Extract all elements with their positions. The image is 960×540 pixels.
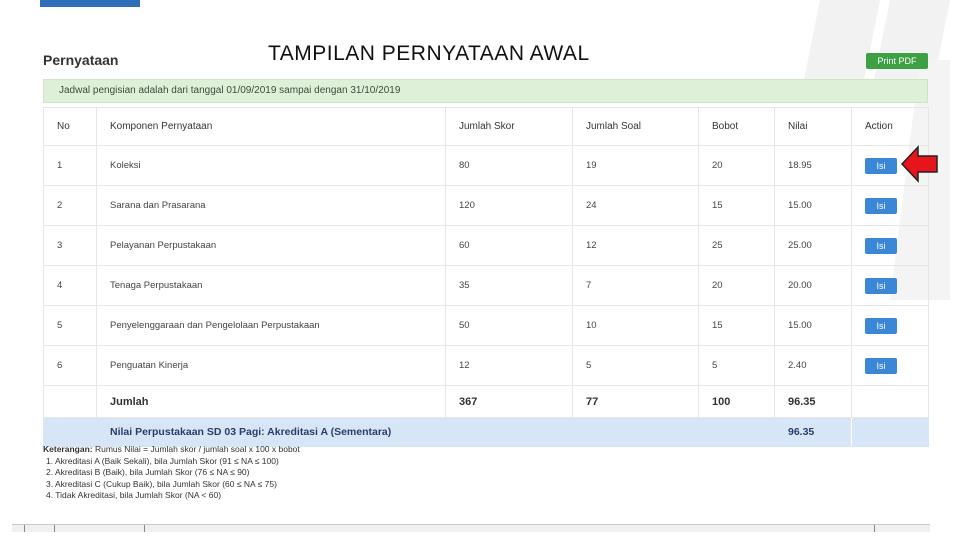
notes-label: Keterangan: [43,444,93,454]
cell-nilai: 20.00 [774,265,852,306]
cell-no: 4 [43,265,97,306]
final-nilai: 96.35 [774,417,852,447]
cell-komponen: Sarana dan Prasarana [96,185,446,226]
final-label: Nilai Perpustakaan SD 03 Pagi: Akreditas… [96,417,775,447]
header-jumlah-soal: Jumlah Soal [572,107,699,146]
cell-soal: 24 [572,185,699,226]
total-nilai: 96.35 [774,385,852,418]
isi-button[interactable]: Isi [865,237,897,254]
isi-button[interactable]: Isi [865,157,897,174]
table-row: 3 Pelayanan Perpustakaan 60 12 25 25.00 … [43,225,929,266]
schedule-notice: Jadwal pengisian adalah dari tanggal 01/… [43,79,928,103]
cell-komponen: Penguatan Kinerja [96,345,446,386]
isi-button[interactable]: Isi [865,277,897,294]
table-header-row: No Komponen Pernyataan Jumlah Skor Jumla… [43,107,929,146]
cell-empty [43,417,97,447]
total-bobot: 100 [698,385,775,418]
notes-item: 1. Akreditasi A (Baik Sekali), bila Juml… [46,455,279,466]
cell-action: Isi [851,345,929,386]
scrollbar-tick [54,525,55,532]
cell-empty [851,385,929,418]
table-row: 5 Penyelenggaraan dan Pengelolaan Perpus… [43,305,929,346]
cell-skor: 12 [445,345,573,386]
statement-table: No Komponen Pernyataan Jumlah Skor Jumla… [43,107,929,447]
isi-button[interactable]: Isi [865,197,897,214]
red-arrow-icon [900,145,938,183]
cell-no: 3 [43,225,97,266]
scrollbar-tick [24,525,25,532]
print-pdf-button[interactable]: Print PDF [866,53,928,69]
notes-formula-line: Keterangan: Rumus Nilai = Jumlah skor / … [43,444,300,456]
header-nilai: Nilai [774,107,852,146]
header-komponen: Komponen Pernyataan [96,107,446,146]
total-soal: 77 [572,385,699,418]
cell-bobot: 15 [698,185,775,226]
cell-action: Isi [851,265,929,306]
cell-empty [43,385,97,418]
cell-nilai: 15.00 [774,185,852,226]
total-row: Jumlah 367 77 100 96.35 [43,385,929,418]
cell-nilai: 15.00 [774,305,852,346]
cell-komponen: Pelayanan Perpustakaan [96,225,446,266]
notes-formula: Rumus Nilai = Jumlah skor / jumlah soal … [94,444,300,454]
cell-empty [851,417,929,447]
cell-soal: 12 [572,225,699,266]
header-no: No [43,107,97,146]
cell-action: Isi [851,305,929,346]
cell-komponen: Penyelenggaraan dan Pengelolaan Perpusta… [96,305,446,346]
table-row: 2 Sarana dan Prasarana 120 24 15 15.00 I… [43,185,929,226]
cell-no: 1 [43,145,97,186]
cell-komponen: Koleksi [96,145,446,186]
cell-soal: 10 [572,305,699,346]
cell-nilai: 25.00 [774,225,852,266]
panel-title: Pernyataan [43,52,119,68]
cell-bobot: 25 [698,225,775,266]
cell-no: 5 [43,305,97,346]
cell-bobot: 20 [698,145,775,186]
cell-no: 6 [43,345,97,386]
isi-button[interactable]: Isi [865,317,897,334]
cell-skor: 80 [445,145,573,186]
header-jumlah-skor: Jumlah Skor [445,107,573,146]
cell-skor: 50 [445,305,573,346]
cell-soal: 19 [572,145,699,186]
total-label: Jumlah [96,385,446,418]
cell-no: 2 [43,185,97,226]
header-bobot: Bobot [698,107,775,146]
top-accent-bar [40,0,140,7]
scrollbar-tick [144,525,145,532]
cell-skor: 60 [445,225,573,266]
cell-nilai: 2.40 [774,345,852,386]
cell-bobot: 15 [698,305,775,346]
cell-bobot: 5 [698,345,775,386]
cell-bobot: 20 [698,265,775,306]
notes-item: 2. Akreditasi B (Baik), bila Jumlah Skor… [46,467,250,477]
cell-komponen: Tenaga Perpustakaan [96,265,446,306]
total-skor: 367 [445,385,573,418]
cell-soal: 7 [572,265,699,306]
slide-title: TAMPILAN PERNYATAAN AWAL [268,42,590,65]
isi-button[interactable]: Isi [865,357,897,374]
cell-action: Isi [851,225,929,266]
notes-item: 3. Akreditasi C (Cukup Baik), bila Jumla… [46,478,277,489]
table-row: 6 Penguatan Kinerja 12 5 5 2.40 Isi [43,345,929,386]
final-score-row: Nilai Perpustakaan SD 03 Pagi: Akreditas… [43,417,929,447]
cell-soal: 5 [572,345,699,386]
notes-item: 4. Tidak Akreditasi, bila Jumlah Skor (N… [46,490,222,500]
cell-action: Isi [851,185,929,226]
cell-skor: 120 [445,185,573,226]
cell-skor: 35 [445,265,573,306]
cell-nilai: 18.95 [774,145,852,186]
table-row: 4 Tenaga Perpustakaan 35 7 20 20.00 Isi [43,265,929,306]
table-row: 1 Koleksi 80 19 20 18.95 Isi [43,145,929,186]
header-action: Action [851,107,929,146]
notes-section: Keterangan: Rumus Nilai = Jumlah skor / … [43,444,300,502]
bottom-scrollbar[interactable] [12,524,930,532]
scrollbar-tick [874,525,875,532]
